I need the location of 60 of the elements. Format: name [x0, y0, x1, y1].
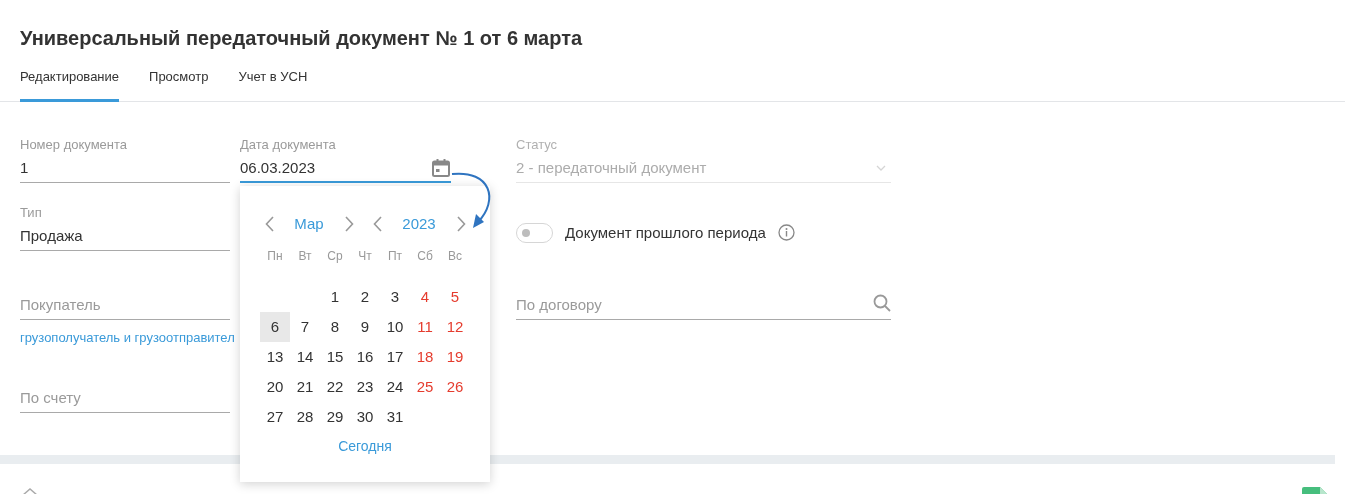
input-field[interactable]: По счету	[20, 387, 230, 413]
search-icon[interactable]	[873, 293, 891, 312]
field-label: Тип	[20, 204, 43, 220]
calendar-day[interactable]: 23	[350, 372, 380, 402]
calendar-day[interactable]: 29	[320, 402, 350, 432]
calendar-day[interactable]: 27	[260, 402, 290, 432]
input-field[interactable]: 1	[20, 157, 230, 183]
input-field[interactable]: Покупатель	[20, 294, 230, 320]
calendar-day[interactable]: 28	[290, 402, 320, 432]
toggle-switch[interactable]	[516, 222, 553, 243]
calendar-day[interactable]: 19	[440, 342, 470, 372]
calendar-day[interactable]: 15	[320, 342, 350, 372]
calendar-day[interactable]: 2	[350, 282, 380, 312]
field-label: Дата документа	[240, 136, 337, 152]
field-label: Номер документа	[20, 136, 128, 152]
calendar-day[interactable]: 24	[380, 372, 410, 402]
weekday-label: Вс	[447, 248, 463, 265]
calendar-day[interactable]: 12	[440, 312, 470, 342]
input-field[interactable]: Продажа	[20, 225, 230, 251]
calendar-day[interactable]: 6	[260, 312, 290, 342]
calendar-day[interactable]: 31	[380, 402, 410, 432]
weekday-label: Ср	[326, 248, 344, 265]
calendar-day[interactable]: 21	[290, 372, 320, 402]
weekday-label: Вт	[297, 248, 313, 265]
calendar-day[interactable]: 30	[350, 402, 380, 432]
calendar-day[interactable]: 4	[410, 282, 440, 312]
calendar-day[interactable]: 8	[320, 312, 350, 342]
search-field[interactable]: По договору	[516, 294, 891, 320]
weekday-label: Сб	[416, 248, 434, 265]
tab[interactable]: Учет в УСН	[238, 67, 308, 102]
info-icon[interactable]	[777, 224, 795, 242]
calendar-day[interactable]: 11	[410, 312, 440, 342]
calendar-day[interactable]: 16	[350, 342, 380, 372]
calendar-day[interactable]: 3	[380, 282, 410, 312]
calendar-day[interactable]: 1	[320, 282, 350, 312]
calendar-day[interactable]: 26	[440, 372, 470, 402]
document-icon[interactable]	[1302, 487, 1327, 494]
calendar-day[interactable]: 5	[440, 282, 470, 312]
calendar-day[interactable]: 17	[380, 342, 410, 372]
calendar-day[interactable]: 13	[260, 342, 290, 372]
calendar-day[interactable]: 7	[290, 312, 320, 342]
weekday-label: Пн	[266, 248, 284, 265]
date-field[interactable]: 06.03.2023	[240, 157, 431, 183]
calendar-day[interactable]: 25	[410, 372, 440, 402]
chevron-up-icon[interactable]	[22, 487, 38, 494]
calendar-day[interactable]: 10	[380, 312, 410, 342]
field-label: Статус	[516, 136, 559, 152]
calendar-icon[interactable]	[431, 157, 451, 183]
weekday-label: Пт	[386, 248, 404, 265]
toggle-label: Документ прошлого периода	[565, 222, 766, 243]
calendar-day[interactable]: 18	[410, 342, 440, 372]
weekday-label: Чт	[357, 248, 373, 265]
tab[interactable]: Просмотр	[149, 67, 209, 102]
page-title: Универсальный передаточный документ № 1 от 6 марта	[19, 26, 584, 50]
calendar-day[interactable]: 20	[260, 372, 290, 402]
calendar-day[interactable]: 9	[350, 312, 380, 342]
calendar-day[interactable]: 14	[290, 342, 320, 372]
chevron-down-icon[interactable]	[876, 164, 886, 171]
calendar-day[interactable]: 22	[320, 372, 350, 402]
tab[interactable]: Редактирование	[20, 67, 120, 102]
